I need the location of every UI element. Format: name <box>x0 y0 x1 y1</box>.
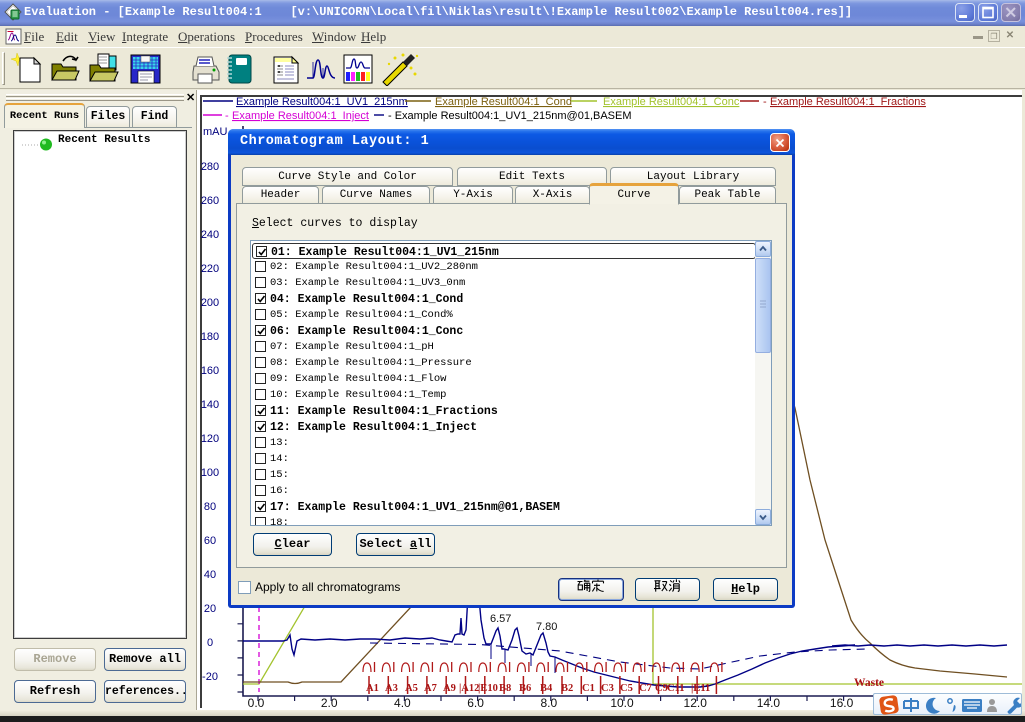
svg-text:B8: B8 <box>499 683 511 694</box>
svg-text:7.80: 7.80 <box>536 621 557 633</box>
svg-text:mAU: mAU <box>203 126 228 138</box>
svg-text:C3: C3 <box>601 683 614 694</box>
svg-text:C5: C5 <box>620 683 633 694</box>
svg-text:40: 40 <box>204 569 216 581</box>
svg-text:Waste: Waste <box>854 677 884 689</box>
svg-text:|E11: |E11 <box>691 683 710 694</box>
svg-text:160: 160 <box>201 365 219 377</box>
svg-text:0.0: 0.0 <box>248 696 265 710</box>
svg-text:C9: C9 <box>655 683 668 694</box>
svg-text:240: 240 <box>201 229 219 241</box>
svg-text:140: 140 <box>201 399 219 411</box>
svg-text:100: 100 <box>201 467 219 479</box>
svg-text:6.0: 6.0 <box>467 696 484 710</box>
svg-text:Example Result004:1 UV1 215n: Example Result004:1 UV1 215nm <box>236 96 408 108</box>
svg-text:8.0: 8.0 <box>540 696 557 710</box>
svg-text:-20: -20 <box>202 671 218 683</box>
svg-text:0: 0 <box>207 637 213 649</box>
svg-text:12.0: 12.0 <box>684 696 708 710</box>
svg-text:B2: B2 <box>561 683 573 694</box>
svg-text:C1: C1 <box>582 683 595 694</box>
svg-text:- Example Result004:1_UV1_215n: - Example Result004:1_UV1_215nm@01,BASEM <box>388 110 632 122</box>
svg-text:180: 180 <box>201 331 219 343</box>
svg-text:200: 200 <box>201 297 219 309</box>
svg-text:120: 120 <box>201 433 219 445</box>
svg-text:|A12: |A12 <box>459 683 479 694</box>
svg-text:Example Result004:1 Conc: Example Result004:1 Conc <box>603 96 740 108</box>
svg-text:2.0: 2.0 <box>321 696 338 710</box>
svg-text:16.0: 16.0 <box>830 696 854 710</box>
svg-text:A9: A9 <box>443 683 456 694</box>
svg-text:B6: B6 <box>519 683 531 694</box>
svg-text:Example Result004:1 Cond: Example Result004:1 Cond <box>435 96 572 108</box>
svg-text:-: - <box>225 110 229 122</box>
svg-text:260: 260 <box>201 195 219 207</box>
svg-text:A1: A1 <box>366 683 379 694</box>
svg-text:Example Result004:1 Fractions: Example Result004:1 Fractions <box>770 96 926 108</box>
svg-text:C11: C11 <box>667 683 685 694</box>
svg-text:60: 60 <box>204 535 216 547</box>
svg-text:A3: A3 <box>385 683 398 694</box>
svg-text:A5: A5 <box>405 683 418 694</box>
svg-text:280: 280 <box>201 161 219 173</box>
svg-text:20: 20 <box>204 603 216 615</box>
svg-text:4.0: 4.0 <box>394 696 411 710</box>
svg-text:80: 80 <box>204 501 216 513</box>
svg-text:-: - <box>763 96 767 108</box>
svg-text:14.0: 14.0 <box>757 696 781 710</box>
svg-text:A7: A7 <box>424 683 437 694</box>
svg-text:10.0: 10.0 <box>610 696 634 710</box>
svg-text:B4: B4 <box>540 683 553 694</box>
svg-text:|E10: |E10 <box>478 683 498 694</box>
svg-text:Example Result004:1 Inject: Example Result004:1 Inject <box>232 110 369 122</box>
svg-text:6.57: 6.57 <box>490 613 511 625</box>
svg-text:C7: C7 <box>639 683 652 694</box>
svg-text:220: 220 <box>201 263 219 275</box>
